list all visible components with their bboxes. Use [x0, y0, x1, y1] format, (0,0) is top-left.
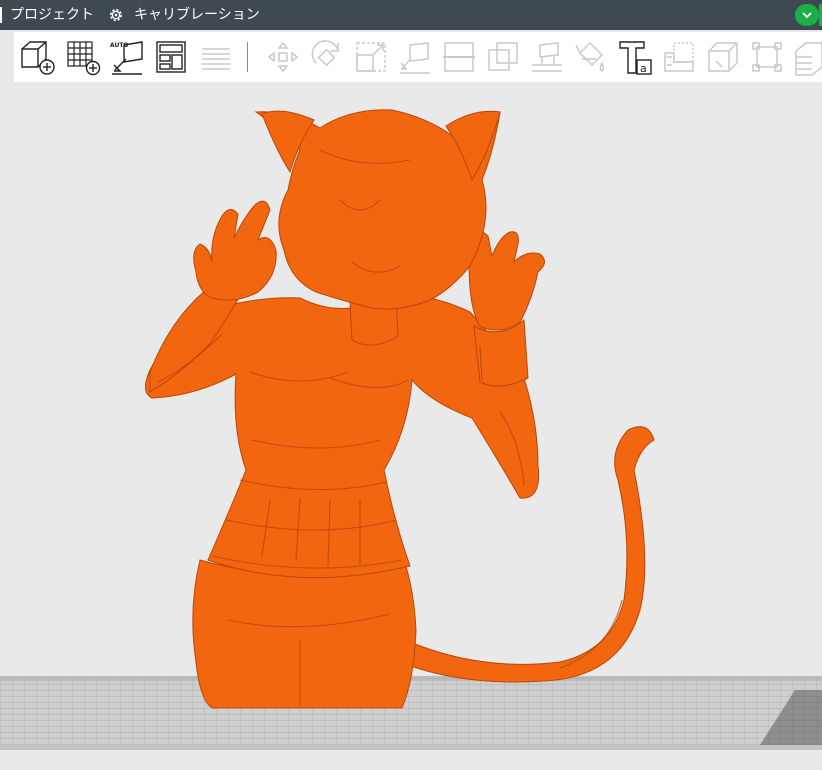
- text-tool-badge: a: [640, 62, 647, 75]
- menu-bar-edge: [0, 7, 2, 23]
- color-paint-icon: [575, 41, 605, 72]
- color-paint-button[interactable]: [572, 37, 610, 77]
- support-paint-button[interactable]: [528, 37, 566, 77]
- assembly-button[interactable]: [704, 37, 742, 77]
- auto-badge: AUTO: [110, 42, 129, 49]
- add-model-button[interactable]: [18, 37, 56, 77]
- main-toolbar: AUTO a: [14, 32, 822, 82]
- chevron-down-icon: [802, 12, 812, 19]
- move-button[interactable]: [264, 37, 302, 77]
- layers-button[interactable]: [198, 37, 236, 77]
- scene: [0, 109, 822, 750]
- boolean-icon: [488, 42, 518, 71]
- support-paint-icon: [532, 42, 562, 72]
- text-tool-icon: a: [619, 41, 652, 75]
- gear-icon: [110, 9, 122, 21]
- scale-button[interactable]: [352, 37, 390, 77]
- fit-bounds-icon: [752, 42, 782, 72]
- layout-panel-icon: [156, 41, 186, 73]
- slice-layers-icon: [795, 42, 822, 76]
- layers-icon: [202, 48, 230, 70]
- menu-project[interactable]: プロジェクト: [10, 6, 94, 24]
- 3d-model[interactable]: [145, 109, 655, 709]
- add-model-icon: [21, 41, 55, 75]
- cut-icon: [443, 42, 475, 72]
- place-on-face-icon: [400, 42, 430, 74]
- boolean-button[interactable]: [484, 37, 522, 77]
- rotate-icon: [311, 40, 339, 67]
- slicer-window: プロジェクト キャリブレーション AUTO a: [0, 0, 822, 770]
- layout-panel-button[interactable]: [152, 37, 190, 77]
- menu-bar: プロジェクト キャリブレーション: [0, 0, 822, 30]
- rotate-button[interactable]: [308, 37, 346, 77]
- measure-button[interactable]: [660, 37, 698, 77]
- assembly-icon: [708, 42, 738, 72]
- grid-array-button[interactable]: [64, 37, 102, 77]
- menu-calibration[interactable]: キャリブレーション: [134, 6, 260, 24]
- build-plate: [0, 676, 822, 750]
- auto-layout-icon: AUTO: [110, 41, 143, 75]
- text-tool-button[interactable]: a: [616, 37, 654, 77]
- slice-layers-button[interactable]: [792, 37, 822, 77]
- measure-icon: [664, 42, 694, 72]
- scale-icon: [356, 42, 386, 72]
- 3d-viewport[interactable]: [0, 82, 822, 770]
- place-on-face-button[interactable]: [396, 37, 434, 77]
- grid-array-icon: [67, 41, 101, 76]
- auto-layout-button[interactable]: AUTO: [108, 37, 146, 77]
- cut-button[interactable]: [440, 37, 478, 77]
- move-icon: [267, 41, 299, 73]
- fit-bounds-button[interactable]: [748, 37, 786, 77]
- toolbar-separator: [247, 42, 248, 72]
- status-dropdown-button[interactable]: [795, 4, 819, 26]
